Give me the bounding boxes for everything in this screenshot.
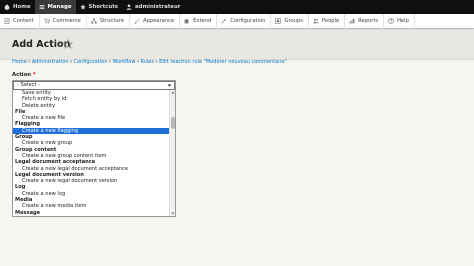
action-select-value: - Select - [17, 82, 41, 88]
action-select[interactable]: - Select - [13, 81, 175, 90]
user-icon [126, 4, 132, 10]
content-icon [4, 18, 10, 24]
tray-item-commerce[interactable]: Commerce [40, 13, 87, 29]
tray-item-label: Reports [358, 18, 379, 24]
tray-item-label: Groups [284, 18, 303, 24]
toolbar-shortcuts[interactable]: Shortcuts [76, 0, 122, 14]
scrollbar-thumb[interactable] [171, 117, 175, 129]
scroll-down-icon[interactable] [170, 211, 176, 216]
tray-item-label: Commerce [52, 18, 81, 24]
action-field-label: Action * [12, 72, 36, 78]
tray-item-label: Configuration [230, 18, 266, 24]
admin-toolbar: Home Manage Shortcuts administrateur [0, 0, 474, 14]
reports-icon [349, 18, 355, 24]
breadcrumb-link-administration[interactable]: Administration [32, 59, 69, 65]
tray-item-label: Extend [193, 18, 212, 24]
toolbar-manage[interactable]: Manage [34, 0, 76, 14]
scroll-up-icon[interactable] [170, 90, 176, 95]
action-select-dropdown[interactable]: - Select - Save entity Fetch entity by id… [12, 80, 176, 217]
toolbar-user-label: administrateur [134, 4, 181, 10]
toolbar-home-label: Home [13, 4, 31, 10]
chevron-down-icon [167, 84, 172, 87]
tray-item-structure[interactable]: Structure [87, 13, 130, 29]
tray-item-label: Structure [99, 18, 124, 24]
tray-item-label: People [321, 18, 340, 24]
breadcrumb-link-home[interactable]: Home [12, 59, 27, 65]
appearance-icon [134, 18, 140, 24]
tray-item-label: Content [13, 18, 34, 24]
admin-menu-tray: Content Commerce Structure Appearance Ex… [0, 13, 474, 29]
page-title: Add Action [12, 39, 71, 50]
drupal-icon [4, 4, 10, 10]
breadcrumb-link-workflow[interactable]: Workflow [112, 59, 135, 65]
toolbar-home[interactable]: Home [0, 0, 35, 14]
toolbar-user[interactable]: administrateur [122, 0, 184, 14]
tray-item-extend[interactable]: Extend [180, 13, 218, 29]
tray-item-content[interactable]: Content [0, 13, 40, 29]
puzzle-icon [184, 18, 189, 24]
tray-item-help[interactable]: Help [384, 13, 415, 29]
wrench-icon [221, 18, 227, 24]
dropdown-scrollbar[interactable] [169, 90, 175, 216]
toolbar-shortcuts-label: Shortcuts [88, 4, 118, 10]
required-marker: * [32, 72, 36, 78]
tray-item-label: Appearance [142, 18, 175, 24]
option-group-label: Message [15, 209, 41, 216]
page-header: Add Action [0, 30, 474, 60]
cart-icon [43, 18, 50, 24]
action-options-list: Save entity Fetch entity by id Delete enti… [13, 90, 170, 216]
tray-item-people[interactable]: People [309, 13, 346, 29]
breadcrumb: Home»Administration»Configuration»Workfl… [12, 59, 287, 65]
tray-item-configuration[interactable]: Configuration [217, 13, 272, 29]
tray-item-reports[interactable]: Reports [345, 13, 385, 29]
groups-icon [275, 18, 282, 24]
help-icon [388, 18, 394, 24]
tray-item-label: Help [397, 18, 409, 24]
toolbar-manage-label: Manage [47, 4, 72, 10]
structure-icon [91, 18, 97, 24]
star-icon [79, 4, 86, 10]
shortcut-star-icon[interactable] [63, 39, 73, 49]
breadcrumb-link-configuration[interactable]: Configuration [73, 59, 107, 65]
breadcrumb-link-rules[interactable]: Rules [141, 59, 155, 65]
people-icon [313, 18, 319, 24]
action-label-text: Action [12, 72, 31, 78]
tray-item-appearance[interactable]: Appearance [130, 13, 181, 29]
breadcrumb-link-edit-rule[interactable]: Edit reaction rule "Modérer nouveau comm… [159, 59, 287, 65]
menu-icon [39, 5, 44, 9]
tray-item-groups[interactable]: Groups [271, 13, 309, 29]
